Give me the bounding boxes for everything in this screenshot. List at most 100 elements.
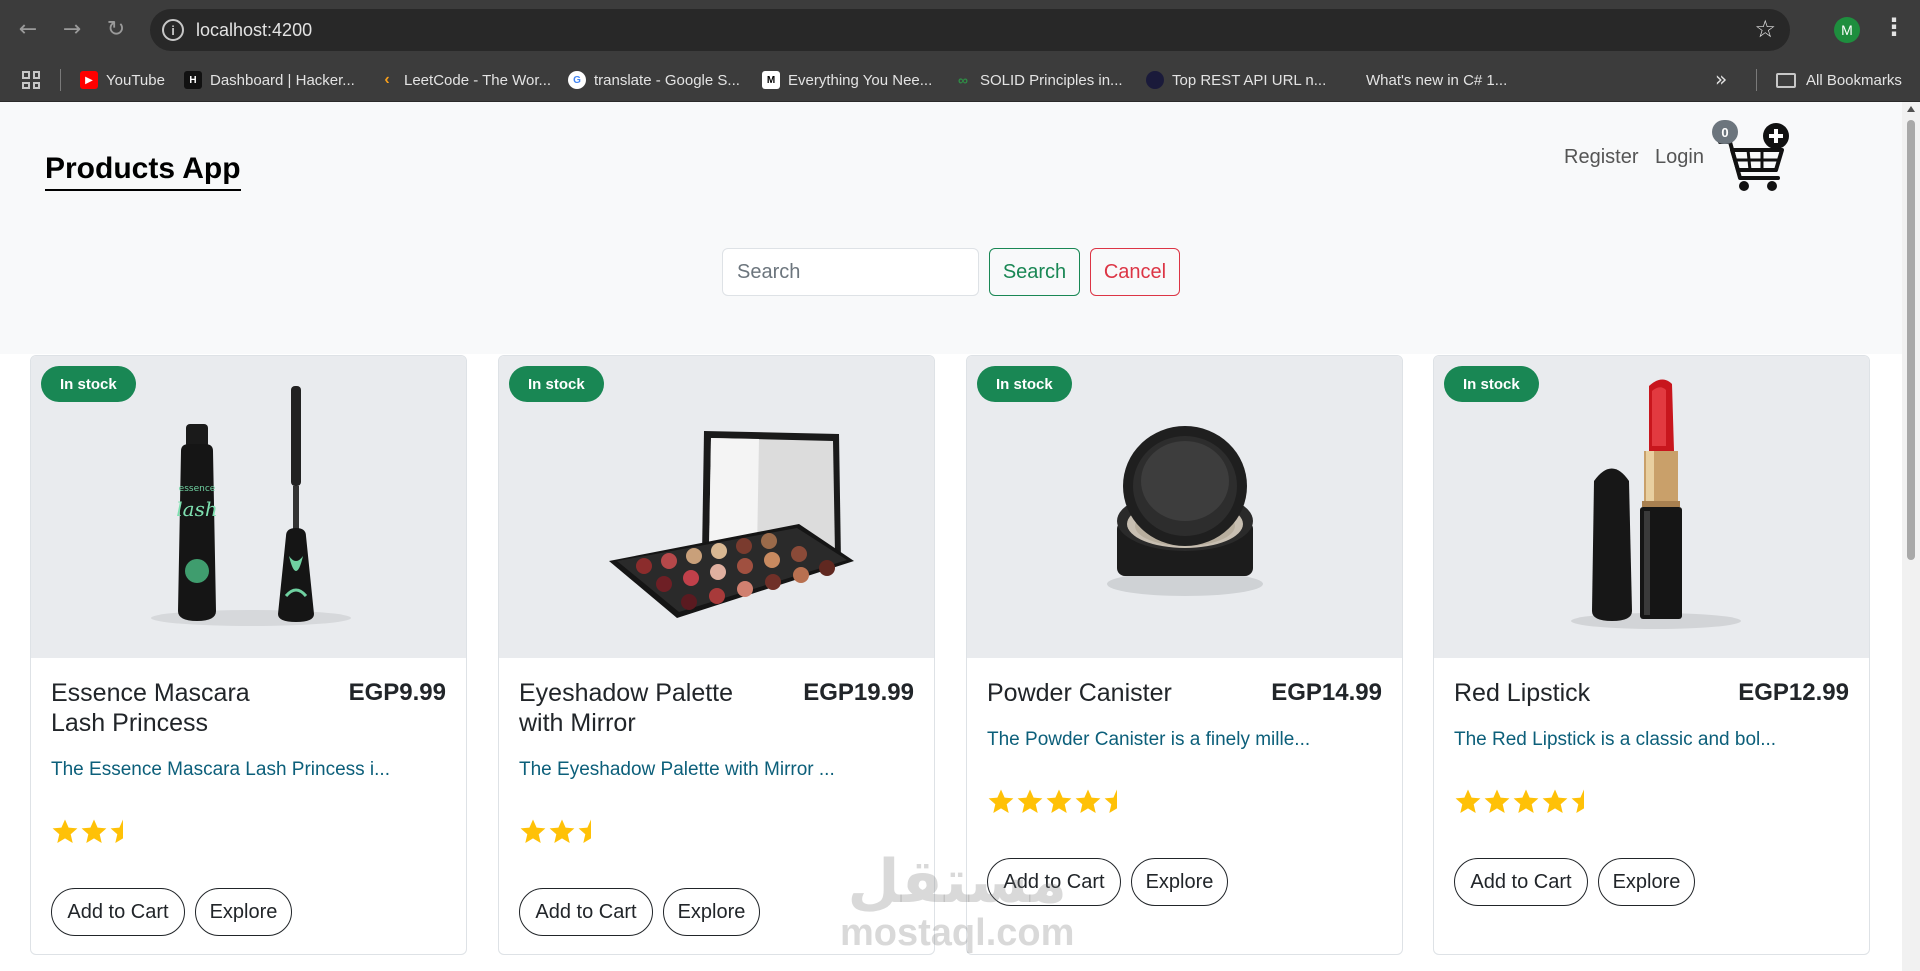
- bookmark-star-icon[interactable]: ☆: [1754, 15, 1776, 43]
- star-half-icon: [1104, 789, 1117, 813]
- in-stock-badge: In stock: [977, 366, 1072, 402]
- star-full-icon: [520, 819, 546, 843]
- product-title[interactable]: Essence Mascara Lash Princess: [51, 678, 306, 738]
- product-card: essence lash In stock Essence Mascara La…: [30, 355, 467, 955]
- star-half-icon: [578, 819, 591, 843]
- svg-text:lash: lash: [176, 497, 217, 521]
- bookmark-youtube[interactable]: ▶ YouTube: [80, 67, 165, 93]
- cart-count-badge: 0: [1712, 120, 1738, 144]
- bookmark-label: What's new in C# 1...: [1366, 71, 1508, 89]
- explore-button[interactable]: Explore: [1598, 858, 1695, 906]
- product-title[interactable]: Red Lipstick: [1454, 678, 1709, 708]
- bookmark-csharp[interactable]: What's new in C# 1...: [1340, 67, 1507, 93]
- in-stock-badge: In stock: [41, 366, 136, 402]
- search-input[interactable]: [722, 248, 979, 296]
- star-full-icon: [1484, 789, 1510, 813]
- star-full-icon: [1075, 789, 1101, 813]
- brand-title[interactable]: Products App: [45, 152, 241, 191]
- watermark-arabic: مستقل: [847, 847, 1067, 917]
- scrollbar-thumb[interactable]: [1907, 120, 1915, 560]
- product-description: The Eyeshadow Palette with Mirror ...: [519, 759, 835, 780]
- star-full-icon: [81, 819, 107, 843]
- star-full-icon: [1046, 789, 1072, 813]
- kebab-menu-icon[interactable]: ⋮: [1882, 14, 1906, 40]
- medium-icon: M: [762, 71, 780, 89]
- star-full-icon: [988, 789, 1014, 813]
- product-image[interactable]: In stock: [499, 356, 934, 658]
- bookmarks-divider: [60, 69, 61, 91]
- star-rating: [987, 788, 1131, 815]
- product-price: EGP14.99: [1271, 679, 1382, 706]
- bookmark-label: Top REST API URL n...: [1172, 71, 1327, 89]
- profile-avatar[interactable]: M: [1834, 17, 1860, 43]
- explore-button[interactable]: Explore: [1131, 858, 1228, 906]
- star-half-icon: [1571, 789, 1584, 813]
- login-link[interactable]: Login: [1655, 146, 1704, 169]
- microsoft-icon: [1340, 71, 1358, 89]
- browser-toolbar: ← → ↻ i localhost:4200 ☆ M ⋮: [0, 0, 1920, 59]
- url-text[interactable]: localhost:4200: [196, 20, 312, 41]
- leetcode-icon: ‹: [384, 71, 390, 88]
- forward-arrow-icon[interactable]: →: [56, 13, 88, 45]
- bookmark-leetcode[interactable]: ‹ LeetCode - The Wor...: [378, 67, 551, 93]
- product-description: The Essence Mascara Lash Princess i...: [51, 759, 390, 780]
- bookmark-label: Dashboard | Hacker...: [210, 71, 355, 89]
- all-bookmarks[interactable]: All Bookmarks: [1776, 67, 1902, 93]
- product-price: EGP9.99: [348, 679, 446, 706]
- explore-button[interactable]: Explore: [663, 888, 760, 936]
- star-full-icon: [1017, 789, 1043, 813]
- hackerrank-icon: H: [184, 71, 202, 89]
- reload-icon[interactable]: ↻: [100, 13, 132, 45]
- watermark-latin: mostaql.com: [840, 912, 1075, 954]
- site-info-icon[interactable]: i: [162, 19, 184, 41]
- product-price: EGP12.99: [1738, 679, 1849, 706]
- product-description: The Red Lipstick is a classic and bol...: [1454, 729, 1777, 750]
- bookmark-label: Everything You Nee...: [788, 71, 933, 89]
- page-scrollbar[interactable]: [1902, 102, 1920, 971]
- bookmark-medium[interactable]: M Everything You Nee...: [762, 67, 932, 93]
- bookmarks-bar: ▶ YouTube H Dashboard | Hacker... ‹ Leet…: [0, 59, 1920, 102]
- bookmark-google-translate[interactable]: G translate - Google S...: [568, 67, 740, 93]
- product-image[interactable]: essence lash In stock: [31, 356, 466, 658]
- star-half-icon: [110, 819, 123, 843]
- cancel-button[interactable]: Cancel: [1090, 248, 1180, 296]
- add-to-cart-button[interactable]: Add to Cart: [51, 888, 185, 936]
- cart-button[interactable]: 0: [1712, 120, 1792, 200]
- folder-icon: [1776, 72, 1796, 88]
- product-price: EGP19.99: [803, 679, 914, 706]
- product-image[interactable]: In stock: [967, 356, 1402, 658]
- bookmark-solid-principles[interactable]: ∞ SOLID Principles in...: [954, 67, 1123, 93]
- bookmark-label: SOLID Principles in...: [980, 71, 1123, 89]
- star-rating: [1454, 788, 1598, 815]
- explore-button[interactable]: Explore: [195, 888, 292, 936]
- in-stock-badge: In stock: [1444, 366, 1539, 402]
- product-title[interactable]: Eyeshadow Palette with Mirror: [519, 678, 774, 738]
- bookmark-label: LeetCode - The Wor...: [404, 71, 552, 89]
- scroll-up-arrow-icon[interactable]: [1907, 106, 1915, 112]
- watermark: مستقل mostaql.com: [840, 852, 1074, 955]
- bookmark-rest-api[interactable]: Top REST API URL n...: [1146, 67, 1326, 93]
- svg-text:essence: essence: [179, 484, 216, 494]
- product-image[interactable]: In stock: [1434, 356, 1869, 658]
- back-arrow-icon[interactable]: ←: [12, 13, 44, 45]
- bookmark-hackerrank[interactable]: H Dashboard | Hacker...: [184, 67, 355, 93]
- add-to-cart-button[interactable]: Add to Cart: [519, 888, 653, 936]
- in-stock-badge: In stock: [509, 366, 604, 402]
- star-full-icon: [1513, 789, 1539, 813]
- star-full-icon: [52, 819, 78, 843]
- register-link[interactable]: Register: [1564, 146, 1638, 169]
- address-bar[interactable]: i localhost:4200 ☆: [150, 9, 1790, 51]
- youtube-icon: ▶: [80, 71, 98, 89]
- page-viewport: Products App Register Login 0 Search Can…: [0, 102, 1902, 971]
- apps-grid-icon[interactable]: [22, 71, 40, 89]
- bookmark-label: translate - Google S...: [594, 71, 740, 89]
- more-bookmarks-chevron-icon[interactable]: »: [1715, 67, 1727, 91]
- star-full-icon: [549, 819, 575, 843]
- bookmarks-divider: [1756, 69, 1757, 91]
- all-bookmarks-label: All Bookmarks: [1806, 71, 1902, 89]
- product-title[interactable]: Powder Canister: [987, 678, 1242, 708]
- search-button[interactable]: Search: [989, 248, 1080, 296]
- site-icon: [1146, 71, 1164, 89]
- star-rating: [51, 818, 137, 845]
- add-to-cart-button[interactable]: Add to Cart: [1454, 858, 1588, 906]
